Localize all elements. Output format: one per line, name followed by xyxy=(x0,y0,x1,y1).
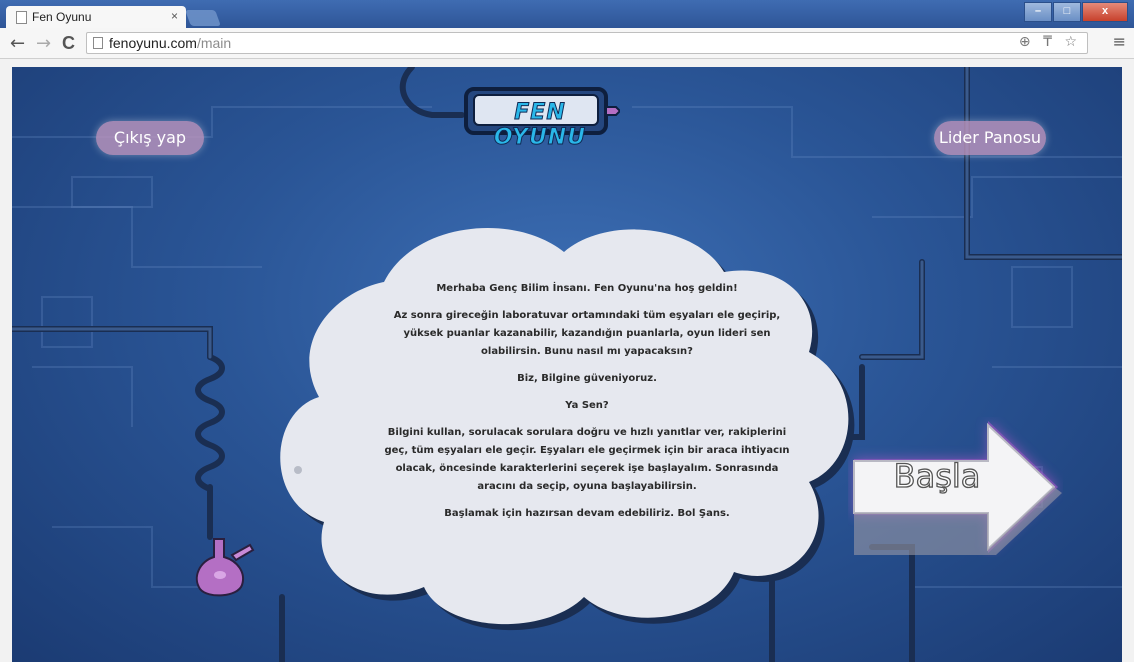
browser-toolbar: ← → C fenoyunu.com/main ⊕ ₸ ☆ ≡ xyxy=(0,28,1134,59)
url-text: fenoyunu.com/main xyxy=(109,35,231,51)
exit-button[interactable]: Çıkış yap xyxy=(96,121,204,155)
close-window-button[interactable]: x xyxy=(1082,2,1128,22)
tab-close-icon[interactable]: × xyxy=(171,9,178,23)
message-paragraph: Az sonra gireceğin laboratuvar ortamında… xyxy=(393,310,781,357)
browser-tab[interactable]: Fen Oyunu × xyxy=(6,6,186,28)
menu-icon[interactable]: ≡ xyxy=(1113,32,1126,51)
leaderboard-button[interactable]: Lider Panosu xyxy=(934,121,1046,155)
back-icon[interactable]: ← xyxy=(10,33,25,54)
bookmark-star-icon[interactable]: ⊕ ₸ ☆ xyxy=(1019,34,1081,50)
message-greeting: Merhaba Genç Bilim İnsanı. Fen Oyunu'na … xyxy=(436,283,738,294)
message-paragraph: Bilgini kullan, sorulacak sorulara doğru… xyxy=(384,427,790,492)
browser-chrome: Fen Oyunu × – □ x ← → C fenoyunu.com/mai… xyxy=(0,0,1134,59)
maximize-button[interactable]: □ xyxy=(1053,2,1081,22)
new-tab-button[interactable] xyxy=(185,10,221,26)
flask-icon xyxy=(195,538,255,597)
minimize-button[interactable]: – xyxy=(1024,2,1052,22)
reload-icon[interactable]: C xyxy=(62,33,75,54)
tab-strip: Fen Oyunu × – □ x xyxy=(0,0,1134,28)
message-paragraph: Başlamak için hazırsan devam edebiliriz.… xyxy=(444,508,730,519)
logo-text: FEN OYUNU xyxy=(493,100,587,151)
page-icon xyxy=(16,11,27,24)
window-controls: – □ x xyxy=(1023,2,1128,22)
url-path: /main xyxy=(196,35,232,51)
tab-title: Fen Oyunu xyxy=(32,10,92,24)
message-paragraph: Biz, Bilgine güveniyoruz. xyxy=(517,373,657,384)
game-stage: Çıkış yap Lider Panosu FEN OYUNU Merhaba… xyxy=(12,67,1122,662)
welcome-message: Merhaba Genç Bilim İnsanı. Fen Oyunu'na … xyxy=(382,280,792,532)
url-host: fenoyunu.com xyxy=(109,35,197,51)
address-bar[interactable]: fenoyunu.com/main ⊕ ₸ ☆ xyxy=(86,32,1088,54)
page-icon xyxy=(93,37,103,49)
start-button-label[interactable]: Başla xyxy=(882,456,992,495)
message-paragraph: Ya Sen? xyxy=(565,400,609,411)
forward-icon[interactable]: → xyxy=(36,33,51,54)
